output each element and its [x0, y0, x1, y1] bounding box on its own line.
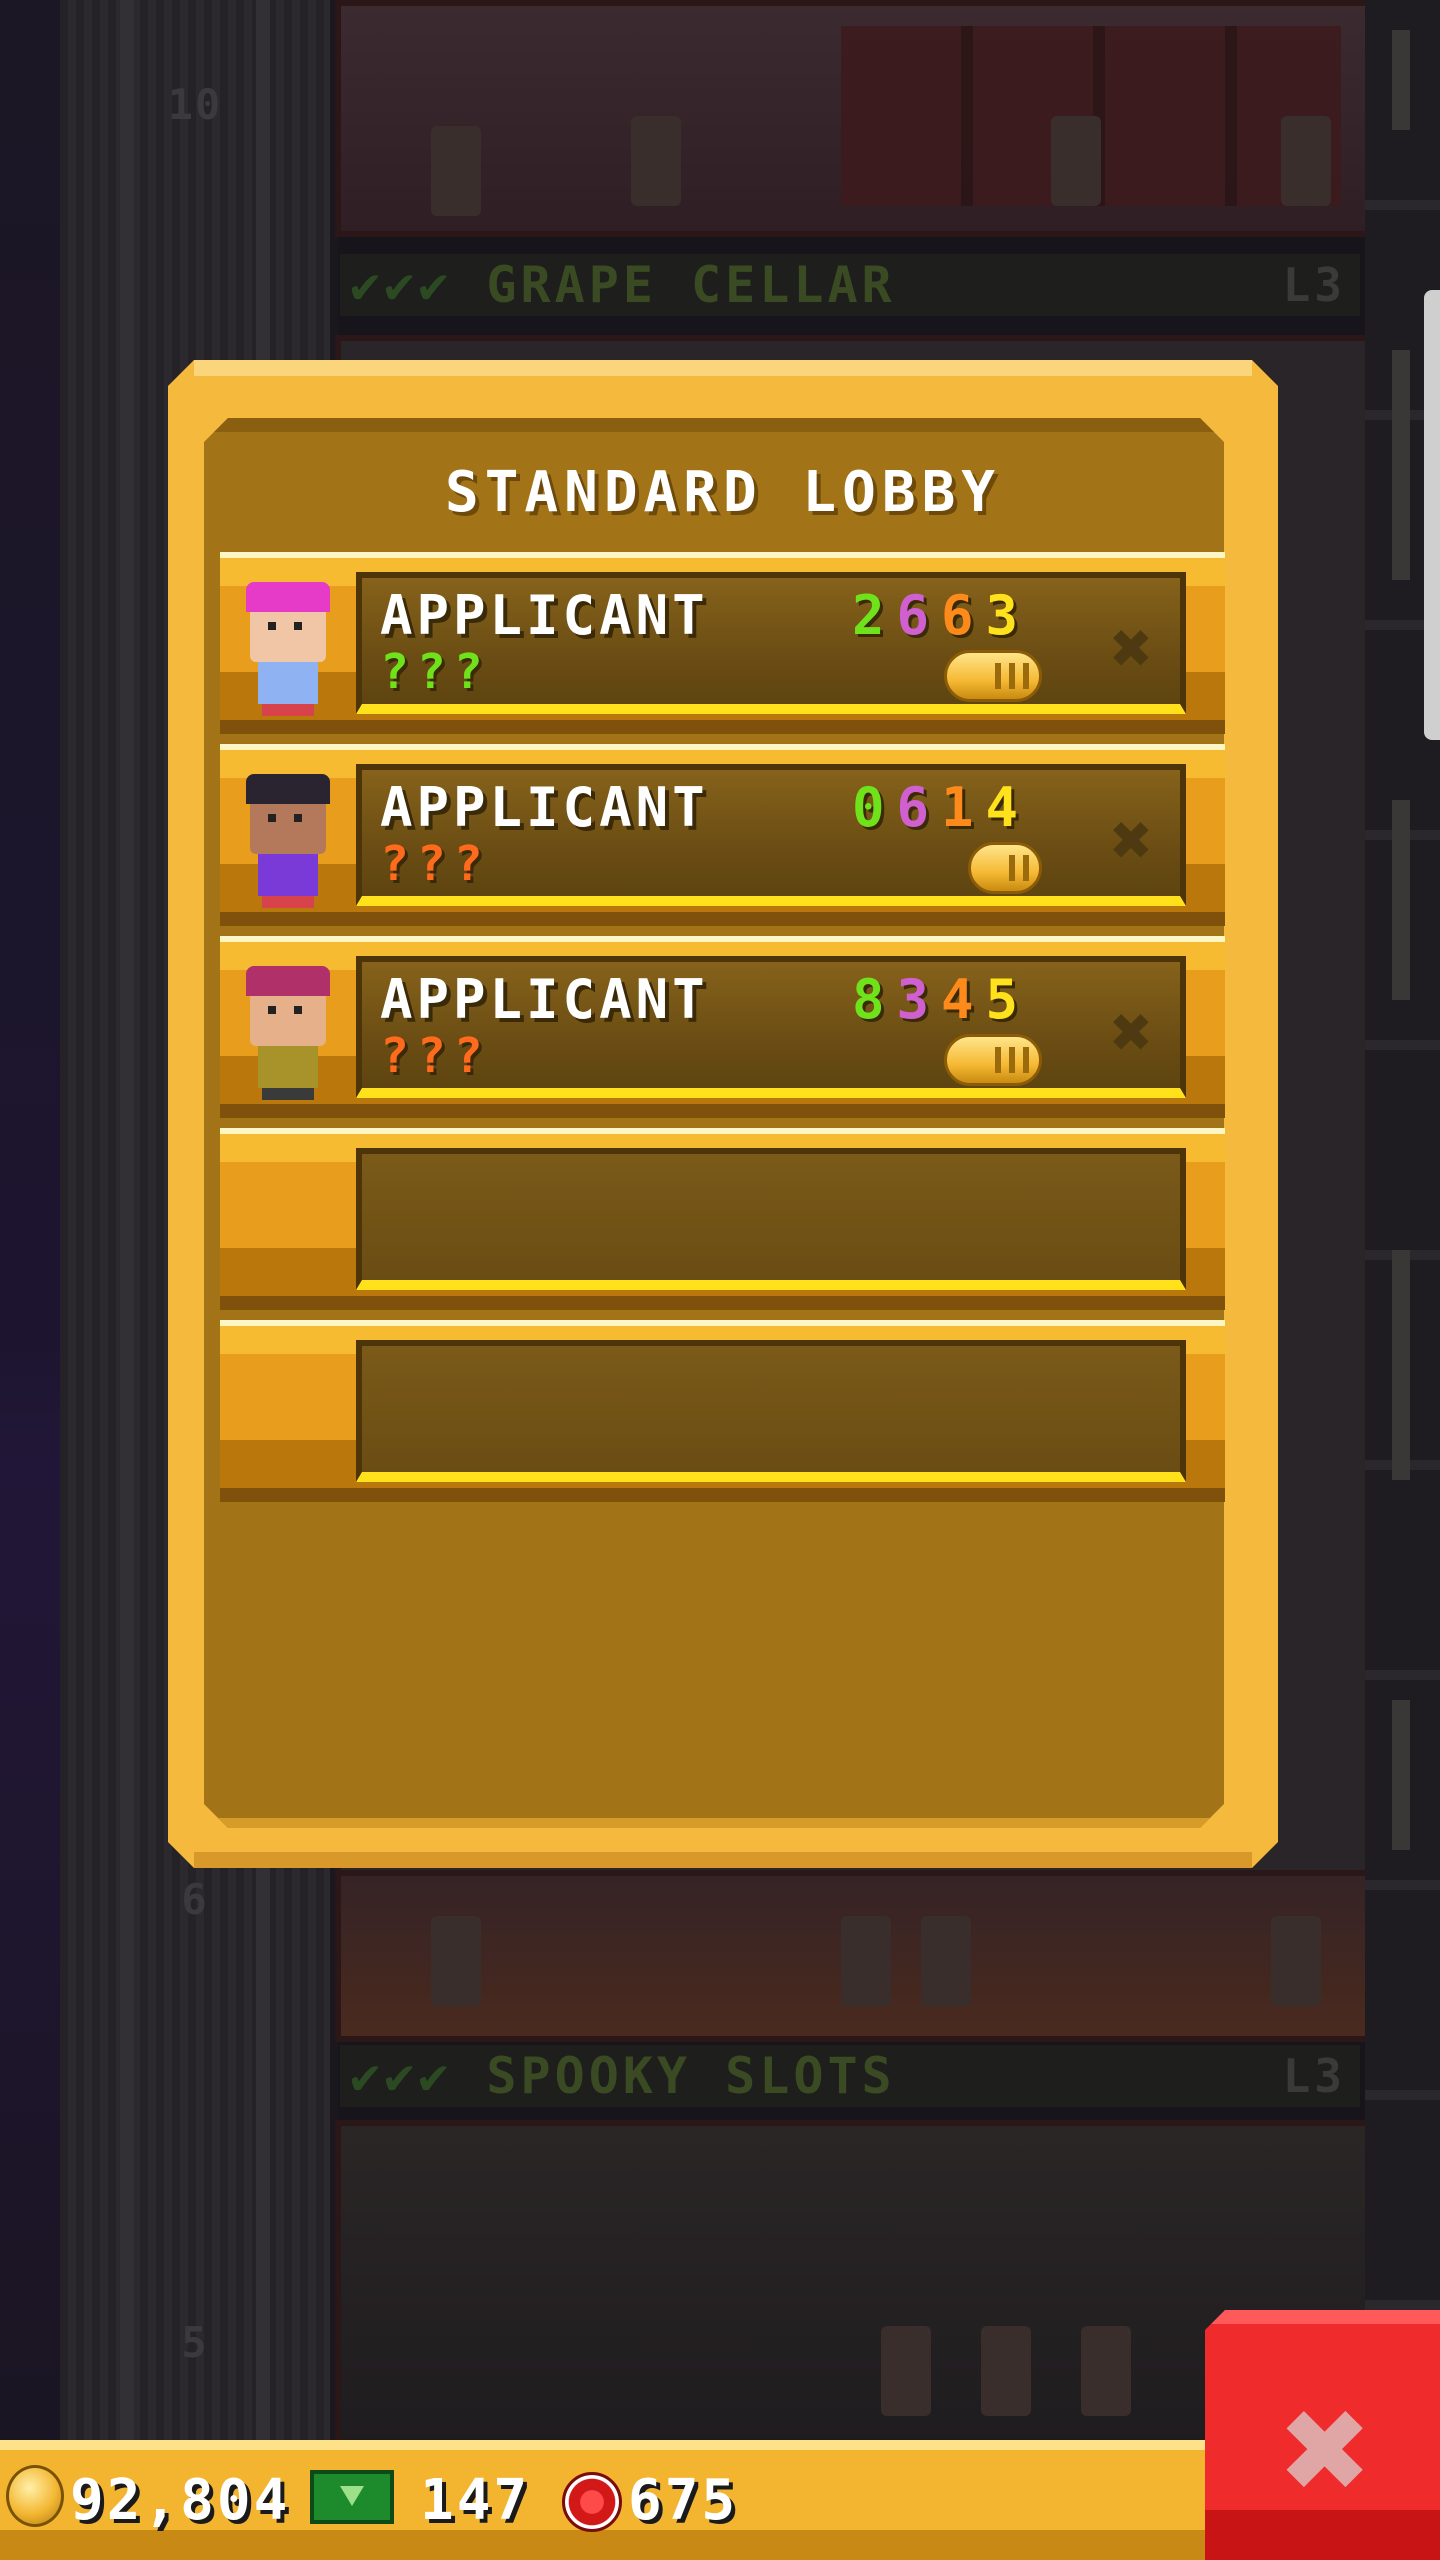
level-bar — [1392, 30, 1410, 130]
chip-balance: 675 — [628, 2468, 739, 2533]
inner-bottom-edge — [204, 1818, 1224, 1828]
resident — [431, 1916, 481, 2006]
applicant-panel[interactable]: APPLICANT??? 0614 ✖ — [356, 764, 1186, 906]
level-bar — [1392, 350, 1410, 580]
skill-stats: 8345 — [852, 968, 1030, 1031]
applicant-row[interactable]: APPLICANT??? 8345 ✖ — [220, 936, 1225, 1118]
room-name-bar[interactable]: ✔✔✔ GRAPE CELLAR L3 — [340, 254, 1360, 316]
coin-icon — [6, 2465, 64, 2527]
applicant-panel[interactable]: APPLICANT??? 8345 ✖ — [356, 956, 1186, 1098]
hire-cost-coin-icon — [944, 650, 1042, 702]
applicant-name: APPLICANT — [380, 584, 709, 647]
room-name-bar[interactable]: ✔✔✔ SPOOKY SLOTS L3 — [340, 2045, 1360, 2107]
resident — [1271, 1916, 1321, 2006]
level-bar — [1392, 1700, 1410, 1850]
lobby-dialog: STANDARD LOBBY APPLICANT??? 2663 ✖ APPLICAN… — [168, 360, 1278, 1868]
sky-shaft — [0, 0, 60, 2440]
skill-stat: 0 — [852, 776, 897, 839]
resident — [921, 1916, 971, 2006]
applicant-row[interactable]: APPLICANT??? 0614 ✖ — [220, 744, 1225, 926]
resident — [631, 116, 681, 206]
resident — [1051, 116, 1101, 206]
hire-cost-coin-icon — [968, 842, 1042, 894]
room-name: SPOOKY SLOTS — [486, 2047, 896, 2105]
room-name: GRAPE CELLAR — [486, 256, 896, 314]
resident — [981, 2326, 1031, 2416]
star-checks: ✔✔✔ — [350, 256, 453, 314]
floor-number: 6 — [181, 1875, 209, 1924]
scrollbar-handle[interactable] — [1424, 290, 1440, 740]
skill-stats: 0614 — [852, 776, 1030, 839]
close-button[interactable]: ✖ — [1205, 2310, 1440, 2560]
dream-job-unknown: ??? — [380, 1028, 491, 1084]
coin-balance: 92,804 — [70, 2468, 291, 2533]
skill-stat: 6 — [896, 776, 942, 839]
tower-bux-icon[interactable] — [310, 2470, 394, 2524]
floor-room-6[interactable] — [335, 1870, 1372, 2042]
resident — [1281, 116, 1331, 206]
resident — [881, 2326, 931, 2416]
skill-stat: 3 — [896, 968, 942, 1031]
applicant-row[interactable]: APPLICANT??? 2663 ✖ — [220, 552, 1225, 734]
elevator-rail — [120, 0, 134, 2440]
floor-room-top[interactable] — [335, 0, 1372, 237]
applicant-avatar — [240, 774, 336, 914]
chip-icon — [562, 2472, 622, 2532]
skill-stat: 8 — [852, 968, 897, 1031]
frame-highlight — [194, 360, 1252, 376]
close-x-icon: ✖ — [1281, 2363, 1373, 2537]
resident — [431, 126, 481, 216]
dream-job-unknown: ??? — [380, 644, 491, 700]
applicant-name: APPLICANT — [380, 968, 709, 1031]
skill-stat: 6 — [896, 584, 942, 647]
floor-number: 5 — [181, 2318, 209, 2367]
level-bar — [1392, 1250, 1410, 1480]
skill-stat: 4 — [985, 776, 1031, 839]
resident — [841, 1916, 891, 2006]
applicant-avatar — [240, 582, 336, 722]
empty-slot-panel — [356, 1340, 1186, 1482]
dismiss-applicant-x-icon[interactable]: ✖ — [1102, 810, 1162, 870]
dismiss-applicant-x-icon[interactable]: ✖ — [1102, 618, 1162, 678]
dialog-title: STANDARD LOBBY — [444, 460, 1001, 525]
skill-stat: 6 — [941, 584, 986, 647]
empty-applicant-slot — [220, 1320, 1225, 1502]
skill-stat: 5 — [985, 968, 1031, 1031]
hire-cost-coin-icon — [944, 1034, 1042, 1086]
skill-stats: 2663 — [852, 584, 1030, 647]
skill-stat: 2 — [852, 584, 897, 647]
empty-applicant-slot — [220, 1128, 1225, 1310]
star-checks: ✔✔✔ — [350, 2047, 453, 2105]
applicant-panel[interactable]: APPLICANT??? 2663 ✖ — [356, 572, 1186, 714]
applicant-avatar — [240, 966, 336, 1106]
floor-number: 10 — [167, 80, 223, 129]
skill-stat: 3 — [985, 584, 1031, 647]
room-level: L3 — [1282, 258, 1346, 312]
room-level: L3 — [1282, 2049, 1346, 2103]
frame-shadow — [194, 1852, 1252, 1868]
level-bar — [1392, 800, 1410, 1000]
inner-shadow — [204, 418, 1224, 432]
resident — [1081, 2326, 1131, 2416]
skill-stat: 1 — [941, 776, 986, 839]
bux-balance: 147 — [420, 2468, 531, 2533]
applicant-name: APPLICANT — [380, 776, 709, 839]
empty-slot-panel — [356, 1148, 1186, 1290]
skill-stat: 4 — [941, 968, 986, 1031]
dismiss-applicant-x-icon[interactable]: ✖ — [1102, 1002, 1162, 1062]
dream-job-unknown: ??? — [380, 836, 491, 892]
